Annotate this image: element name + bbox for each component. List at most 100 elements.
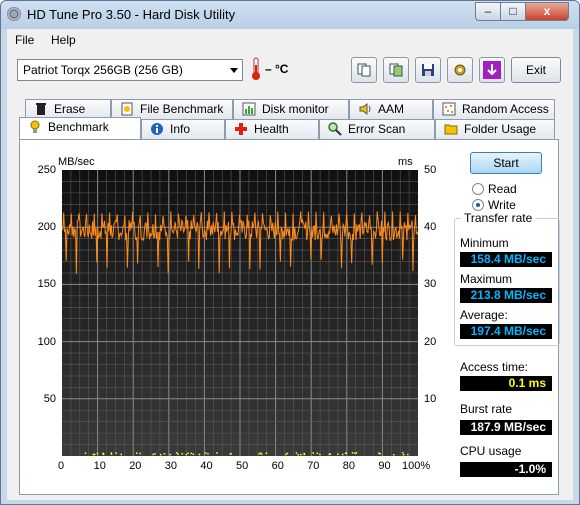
access-time-point <box>286 452 289 455</box>
x-tick-label: 20 <box>129 460 142 472</box>
access-time-point <box>93 453 96 456</box>
transfer-rate-title: Transfer rate <box>461 211 536 225</box>
x-tick-label: 80 <box>342 460 356 472</box>
app-window: HD Tune Pro 3.50 - Hard Disk Utility – □… <box>0 0 580 505</box>
start-button[interactable]: Start <box>470 152 542 174</box>
access-time-point <box>190 452 193 455</box>
save-icon <box>421 63 435 77</box>
tab-disk-monitor[interactable]: Disk monitor <box>233 99 349 119</box>
minimize-button[interactable]: – <box>475 2 501 21</box>
right-tick-label: 40 <box>424 221 437 234</box>
access-time-label: Access time: <box>460 360 529 374</box>
access-time-point <box>102 453 105 456</box>
options-button[interactable] <box>447 57 473 83</box>
drive-select[interactable]: Patriot Torqx 256GB (256 GB) <box>17 59 243 81</box>
tab-health[interactable]: Health <box>225 119 319 139</box>
tab-info[interactable]: Info <box>141 119 225 139</box>
save-button[interactable] <box>415 57 441 83</box>
tab-file-benchmark[interactable]: File Benchmark <box>111 99 233 119</box>
access-time-point <box>297 453 300 456</box>
write-radio[interactable]: Write <box>472 198 516 212</box>
right-tick-label: 30 <box>424 278 437 291</box>
access-time-point <box>187 452 189 455</box>
maximum-value: 213.8 MB/sec <box>460 288 552 303</box>
left-tick-label: 150 <box>37 278 56 291</box>
temperature-value: – °C <box>265 62 289 76</box>
access-time-point <box>319 453 321 456</box>
thermometer-icon <box>251 57 261 81</box>
title-bar[interactable]: HD Tune Pro 3.50 - Hard Disk Utility – □… <box>1 1 579 29</box>
x-tick-label: 0 <box>58 460 65 472</box>
access-time-point <box>341 453 344 456</box>
trash-icon <box>34 102 48 116</box>
read-radio-label: Read <box>488 182 517 196</box>
copy-screen-icon <box>389 63 403 77</box>
read-radio[interactable]: Read <box>472 182 517 196</box>
tab-file-benchmark-label: File Benchmark <box>140 102 224 116</box>
lightbulb-icon <box>28 120 42 134</box>
access-time-point <box>312 452 314 454</box>
access-time-point <box>230 452 232 455</box>
tab-error-scan-label: Error Scan <box>348 122 406 136</box>
access-time-point <box>303 453 306 456</box>
access-time-point <box>207 452 209 455</box>
copy-screen-button[interactable] <box>383 57 409 83</box>
download-icon <box>483 61 501 79</box>
access-time-point <box>92 453 95 456</box>
left-tick-label: 250 <box>37 164 56 176</box>
exit-button[interactable]: Exit <box>511 57 561 83</box>
access-time-point <box>169 453 172 456</box>
disk-monitor-icon <box>242 102 256 116</box>
chevron-down-icon <box>230 68 238 73</box>
tab-aam[interactable]: AAM <box>349 99 433 119</box>
maximum-label: Maximum <box>460 272 513 286</box>
access-time-point <box>110 453 113 455</box>
cpu-usage-value: -1.0% <box>460 462 552 477</box>
tab-folder-usage[interactable]: Folder Usage <box>435 119 555 139</box>
x-tick-label: 100% <box>402 460 431 472</box>
access-time-point <box>136 452 138 454</box>
minimum-label: Minimum <box>460 236 509 250</box>
close-button[interactable]: x <box>525 2 569 21</box>
write-radio-label: Write <box>488 198 516 212</box>
copy-info-button[interactable] <box>351 57 377 83</box>
right-tick-label: 20 <box>424 335 437 348</box>
access-time-point <box>185 453 188 456</box>
access-time-point <box>159 453 162 456</box>
access-time-point <box>163 453 166 455</box>
x-tick-label: 30 <box>164 460 178 472</box>
tab-erase[interactable]: Erase <box>25 99 111 119</box>
disk-icon <box>7 7 21 21</box>
benchmark-chart-svg <box>61 170 419 456</box>
x-tick-label: 70 <box>307 460 320 472</box>
maximize-button[interactable]: □ <box>500 2 526 21</box>
random-access-icon <box>442 102 456 116</box>
menu-file[interactable]: File <box>15 33 34 47</box>
info-icon <box>150 122 164 136</box>
left-tick-label: 50 <box>43 392 56 405</box>
access-time-point <box>353 452 356 455</box>
cpu-usage-label: CPU usage <box>460 444 522 458</box>
client-area: File Help Patriot Torqx 256GB (256 GB) –… <box>7 29 573 500</box>
tab-benchmark[interactable]: Benchmark <box>19 117 141 139</box>
tab-aam-label: AAM <box>378 102 405 116</box>
access-time-point <box>265 452 268 454</box>
average-label: Average: <box>460 308 508 322</box>
access-time-point <box>378 452 380 455</box>
access-time-point <box>84 452 87 454</box>
health-cross-icon <box>234 122 248 136</box>
download-button[interactable] <box>479 57 505 83</box>
menu-help[interactable]: Help <box>51 33 76 47</box>
tab-benchmark-label: Benchmark <box>48 120 109 134</box>
tab-health-label: Health <box>254 122 289 136</box>
window-title: HD Tune Pro 3.50 - Hard Disk Utility <box>27 7 236 22</box>
access-time-point <box>402 453 405 456</box>
burst-rate-label: Burst rate <box>460 402 513 416</box>
tab-random-access[interactable]: Random Access <box>433 99 555 119</box>
tab-error-scan[interactable]: Error Scan <box>319 119 435 139</box>
access-time-point <box>154 453 156 455</box>
access-time-point <box>198 453 201 456</box>
copy-info-icon <box>357 63 371 77</box>
menu-bar: File Help <box>7 29 573 49</box>
left-axis-unit: MB/sec <box>58 156 95 168</box>
